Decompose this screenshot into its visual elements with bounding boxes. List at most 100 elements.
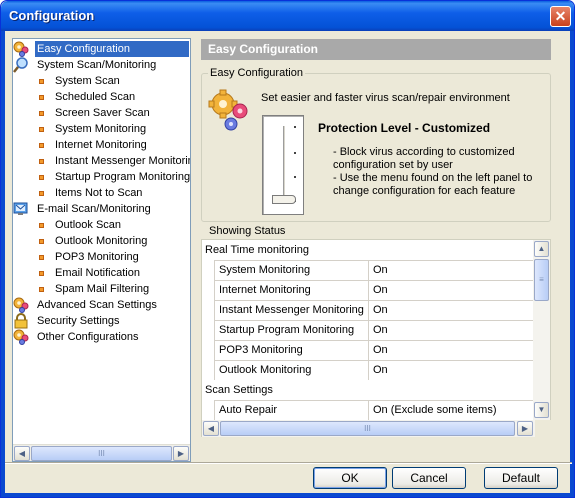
configuration-window: Configuration ✕ Easy Configuration System… bbox=[0, 0, 575, 498]
bullet-icon bbox=[39, 287, 44, 292]
scroll-right-button[interactable]: ▶ bbox=[517, 421, 533, 436]
status-section-title: Real Time monitoring bbox=[205, 244, 309, 256]
tree-horizontal-scrollbar[interactable]: ◀ III ▶ bbox=[13, 444, 190, 461]
status-value: On bbox=[373, 284, 388, 296]
status-name: System Monitoring bbox=[215, 261, 369, 280]
tree-item-label: Spam Mail Filtering bbox=[55, 283, 150, 295]
tree-item[interactable]: Easy Configuration bbox=[13, 41, 190, 57]
protection-description-line: - Use the menu found on the left panel t… bbox=[333, 172, 533, 184]
tree-item-label: Instant Messenger Monitoring bbox=[55, 155, 190, 167]
bullet-icon bbox=[39, 143, 44, 148]
status-list[interactable]: Real Time monitoring System Monitoring On I… bbox=[201, 239, 551, 437]
protection-level-slider[interactable] bbox=[262, 115, 304, 215]
bullet-icon bbox=[39, 191, 44, 196]
tree-item[interactable]: Instant Messenger Monitoring bbox=[13, 153, 190, 169]
tree-item[interactable]: E-mail Scan/Monitoring bbox=[13, 201, 190, 217]
status-row: Internet Monitoring On bbox=[214, 280, 535, 300]
tree-item[interactable]: Security Settings bbox=[13, 313, 190, 329]
scroll-thumb[interactable]: III bbox=[31, 446, 172, 461]
tree-item[interactable]: Advanced Scan Settings bbox=[13, 297, 190, 313]
protection-description-line: - Block virus according to customized bbox=[333, 146, 515, 158]
scroll-up-button[interactable]: ▲ bbox=[534, 241, 549, 257]
status-rows: Real Time monitoring System Monitoring On I… bbox=[202, 240, 535, 420]
tree-item[interactable]: POP3 Monitoring bbox=[13, 249, 190, 265]
status-vertical-scrollbar[interactable]: ▲ ≡ ▼ bbox=[533, 240, 550, 420]
bullet-icon bbox=[39, 271, 44, 276]
tree-item[interactable]: System Scan/Monitoring bbox=[13, 57, 190, 73]
tree-item[interactable]: Startup Program Monitoring bbox=[13, 169, 190, 185]
status-row: Outlook Monitoring On bbox=[214, 360, 535, 380]
status-row: Instant Messenger Monitoring On bbox=[214, 300, 535, 320]
status-name: Outlook Monitoring bbox=[215, 361, 369, 380]
status-row: Startup Program Monitoring On bbox=[214, 320, 535, 340]
bullet-icon bbox=[39, 79, 44, 84]
bullet-icon bbox=[39, 95, 44, 100]
slider-track bbox=[283, 126, 286, 204]
bullet-icon bbox=[39, 223, 44, 228]
tree-item[interactable]: Screen Saver Scan bbox=[13, 105, 190, 121]
window-frame-bottom bbox=[1, 493, 574, 497]
lock-icon bbox=[13, 313, 29, 329]
bullet-icon bbox=[39, 175, 44, 180]
title-bar[interactable]: Configuration ✕ bbox=[1, 1, 574, 31]
status-value: On bbox=[373, 364, 388, 376]
navigation-tree[interactable]: Easy Configuration System Scan/Monitoring… bbox=[12, 38, 191, 462]
ok-button[interactable]: OK bbox=[313, 467, 387, 489]
close-button[interactable]: ✕ bbox=[550, 6, 571, 27]
slider-tick bbox=[294, 176, 296, 178]
magnifier-icon bbox=[13, 57, 29, 73]
tree-item[interactable]: System Monitoring bbox=[13, 121, 190, 137]
tree-item[interactable]: System Scan bbox=[13, 73, 190, 89]
window-frame-right bbox=[570, 31, 574, 497]
tree-item[interactable]: Scheduled Scan bbox=[13, 89, 190, 105]
status-name: Instant Messenger Monitoring bbox=[215, 301, 369, 320]
scroll-right-button[interactable]: ▶ bbox=[173, 446, 189, 461]
scroll-left-button[interactable]: ◀ bbox=[14, 446, 30, 461]
tree-item[interactable]: Spam Mail Filtering bbox=[13, 281, 190, 297]
email-monitor-icon bbox=[13, 201, 29, 217]
status-row: POP3 Monitoring On bbox=[214, 340, 535, 360]
status-row: System Monitoring On bbox=[214, 260, 535, 280]
tree-item[interactable]: Other Configurations bbox=[13, 329, 190, 345]
panel-header: Easy Configuration bbox=[201, 39, 551, 60]
window-frame-left bbox=[1, 31, 5, 497]
panel-header-title: Easy Configuration bbox=[208, 42, 319, 56]
bullet-icon bbox=[39, 255, 44, 260]
tree-item-label: Internet Monitoring bbox=[55, 139, 147, 151]
protection-description-line: change configuration for each feature bbox=[333, 185, 516, 197]
tree-item-label: Other Configurations bbox=[37, 331, 139, 343]
protection-description-line: configuration set by user bbox=[333, 159, 453, 171]
scroll-corner bbox=[535, 420, 551, 437]
scroll-thumb[interactable]: ≡ bbox=[534, 259, 549, 301]
tree-item-label: Items Not to Scan bbox=[55, 187, 143, 199]
status-name: Startup Program Monitoring bbox=[215, 321, 369, 340]
slider-tick bbox=[294, 152, 296, 154]
showing-status-title: Showing Status bbox=[207, 225, 288, 238]
protection-level-title: Protection Level - Customized bbox=[318, 121, 491, 135]
tree-item[interactable]: Internet Monitoring bbox=[13, 137, 190, 153]
scroll-thumb[interactable]: III bbox=[220, 421, 515, 436]
tree-item-label: System Scan bbox=[55, 75, 120, 87]
tree-item-label: System Monitoring bbox=[55, 123, 147, 135]
status-value: On (Exclude some items) bbox=[373, 404, 497, 416]
tree-item-label: Email Notification bbox=[55, 267, 140, 279]
scroll-left-button[interactable]: ◀ bbox=[203, 421, 219, 436]
button-separator bbox=[5, 462, 572, 464]
tree-item[interactable]: Items Not to Scan bbox=[13, 185, 190, 201]
tree-item-label: Outlook Scan bbox=[55, 219, 122, 231]
tree-item[interactable]: Outlook Monitoring bbox=[13, 233, 190, 249]
scroll-down-button[interactable]: ▼ bbox=[534, 402, 549, 418]
tree-item[interactable]: Email Notification bbox=[13, 265, 190, 281]
status-value: On bbox=[373, 264, 388, 276]
status-horizontal-scrollbar[interactable]: ◀ III ▶ bbox=[202, 420, 535, 437]
slider-thumb[interactable] bbox=[272, 195, 296, 204]
cancel-button[interactable]: Cancel bbox=[392, 467, 466, 489]
tree-item-label: Advanced Scan Settings bbox=[37, 299, 157, 311]
status-row: Auto Repair On (Exclude some items) bbox=[214, 400, 535, 420]
easy-configuration-group: Easy Configuration Set easier and faster… bbox=[201, 67, 551, 222]
easy-configuration-group-title: Easy Configuration bbox=[208, 67, 305, 80]
default-button[interactable]: Default bbox=[484, 467, 558, 489]
tree-item[interactable]: Outlook Scan bbox=[13, 217, 190, 233]
tree-item-label: POP3 Monitoring bbox=[55, 251, 139, 263]
status-value: On bbox=[373, 304, 388, 316]
